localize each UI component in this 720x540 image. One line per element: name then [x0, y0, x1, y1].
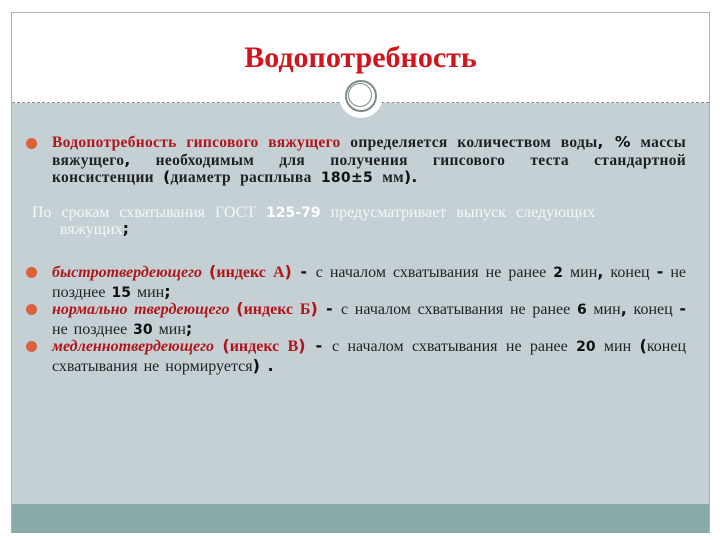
- punct-segment: ) .: [252, 355, 274, 375]
- bullet-dot-icon: [26, 304, 37, 315]
- list-item-normal-setting: нормально твердеющего (индекс Б) - с нач…: [26, 300, 686, 339]
- bullet-dot-icon: [26, 341, 37, 352]
- bullet-dot-icon: [26, 138, 37, 149]
- punct-segment: ): [284, 262, 292, 281]
- bullet-item-water-demand: Водопотребность гипсового вяжущего опред…: [26, 134, 686, 187]
- spread-diameter-value: 180±5: [320, 170, 374, 186]
- gost-continuation: вяжущих;: [32, 221, 684, 238]
- punct-segment: -: [679, 299, 687, 318]
- content-area: Водопотребность гипсового вяжущего опред…: [12, 103, 709, 504]
- text-segment: определяется количеством воды: [340, 134, 598, 151]
- water-demand-text: Водопотребность гипсового вяжущего опред…: [52, 134, 686, 187]
- text-segment: диаметр расплыва: [170, 169, 321, 186]
- slide-frame: Водопотребность Водопотребность гипсовог…: [11, 12, 710, 533]
- start-minutes: 20: [576, 339, 596, 355]
- binder-index: (индекс В): [222, 336, 306, 355]
- text-segment: с началом схватывания не ранее: [340, 301, 577, 318]
- list-item-slow-setting: медленнотвердеющего (индекс В) - с начал…: [26, 337, 686, 375]
- text-segment: мин: [586, 301, 621, 318]
- punct-segment: (: [236, 299, 244, 318]
- binder-index: (индекс Б): [236, 299, 318, 318]
- text-segment: предусматривает выпуск следующих: [320, 204, 595, 221]
- percent-sign: %: [603, 133, 631, 151]
- list-item-text: медленнотвердеющего (индекс В) - с начал…: [52, 337, 686, 375]
- index-label: индекс Б: [243, 301, 311, 318]
- text-segment: По срокам схватывания ГОСТ: [32, 204, 267, 221]
- text-segment: конец: [626, 301, 680, 318]
- binder-type: нормально твердеющего: [52, 301, 230, 318]
- ornament-inner-ring: [348, 83, 372, 107]
- water-demand-lead: Водопотребность гипсового вяжущего: [52, 134, 341, 151]
- text-segment: не позднее: [52, 320, 134, 338]
- list-item-fast-setting: быстротвердеющего (индекс А) - с началом…: [26, 263, 686, 302]
- index-label: индекс А: [216, 264, 285, 281]
- punct-segment: (: [222, 336, 230, 355]
- text-segment: мин: [563, 264, 598, 281]
- text-segment: мин: [595, 338, 640, 355]
- gost-number: 125-79: [266, 205, 321, 221]
- punct-segment: ;: [122, 219, 130, 238]
- binder-index: (индекс А): [209, 262, 292, 281]
- punct-segment: ): [310, 299, 318, 318]
- start-minutes: 2: [553, 265, 564, 281]
- punct-segment: ): [298, 336, 306, 355]
- gost-paragraph: По срокам схватывания ГОСТ 125-79 предус…: [32, 205, 684, 238]
- text-segment: вяжущих: [60, 221, 123, 238]
- punct-segment: -: [291, 262, 316, 281]
- text-segment: конец: [603, 264, 657, 281]
- bullet-dot-icon: [26, 267, 37, 278]
- punct-segment: (: [639, 336, 647, 355]
- binder-type: быстротвердеющего: [52, 264, 202, 281]
- punct-segment: ;: [185, 318, 193, 338]
- text-segment: мин: [152, 320, 186, 338]
- punct-segment: ;: [164, 281, 171, 301]
- index-label: индекс В: [229, 338, 299, 355]
- circle-ornament-icon: [339, 74, 383, 118]
- text-segment: с началом схватывания не ранее: [315, 264, 554, 281]
- text-segment: мин: [130, 283, 165, 301]
- punct-segment: ).: [403, 168, 418, 186]
- list-item-text: быстротвердеющего (индекс А) - с началом…: [52, 263, 686, 302]
- list-item-text: нормально твердеющего (индекс Б) - с нач…: [52, 300, 686, 339]
- text-segment: мм: [373, 169, 404, 186]
- end-minutes: 15: [111, 284, 131, 301]
- slide-title: Водопотребность: [244, 41, 477, 74]
- text-segment: с началом схватывания не ранее: [332, 338, 577, 355]
- binder-type: медленнотвердеющего: [52, 338, 215, 355]
- footer-strip: [12, 504, 709, 533]
- punct-segment: -: [317, 299, 341, 318]
- end-minutes: 30: [133, 321, 153, 338]
- punct-segment: -: [305, 336, 333, 355]
- start-minutes: 6: [576, 302, 587, 318]
